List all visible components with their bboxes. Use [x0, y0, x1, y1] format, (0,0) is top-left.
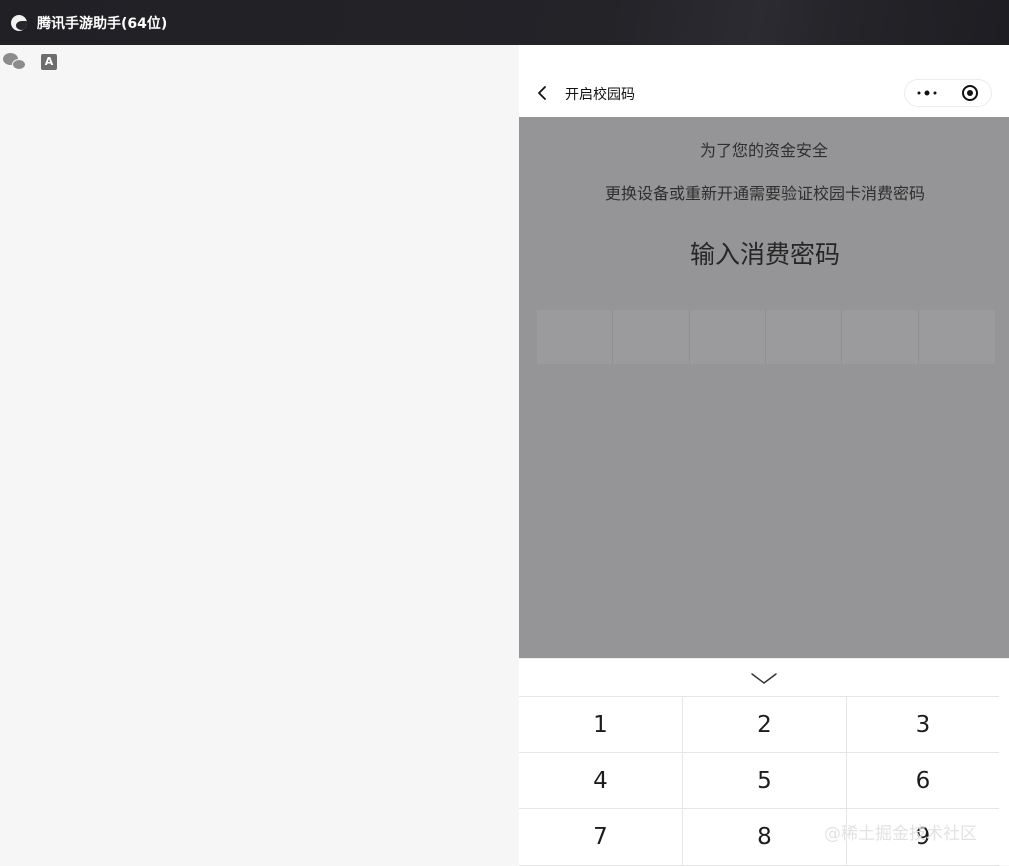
- security-notice: 为了您的资金安全: [699, 141, 828, 160]
- keyboard-collapse-bar[interactable]: [519, 658, 1009, 696]
- pin-digit-box[interactable]: [689, 310, 766, 364]
- more-dots-icon: [917, 90, 937, 96]
- more-button[interactable]: [905, 80, 949, 106]
- watermark: @稀土掘金技术社区: [824, 824, 977, 844]
- window-titlebar: 腾讯手游助手(64位): [0, 0, 1009, 45]
- close-button[interactable]: [949, 80, 992, 106]
- capsule-menu: [904, 79, 992, 107]
- window-title: 腾讯手游助手(64位): [37, 15, 168, 32]
- key-2[interactable]: 2: [683, 697, 847, 753]
- key-6[interactable]: 6: [847, 753, 999, 809]
- app-logo-icon: [11, 14, 27, 31]
- key-1[interactable]: 1: [519, 697, 683, 753]
- key-8[interactable]: 8: [683, 809, 847, 866]
- pin-digit-box[interactable]: [613, 310, 690, 364]
- chevron-left-icon: [538, 86, 546, 100]
- page-title: 开启校园码: [565, 87, 635, 103]
- key-7[interactable]: 7: [519, 809, 683, 866]
- verification-notice: 更换设备或重新开通需要验证校园卡消费密码: [604, 184, 925, 203]
- pin-digit-box[interactable]: [765, 310, 843, 364]
- pin-digit-box[interactable]: [918, 310, 995, 364]
- key-3[interactable]: 3: [847, 697, 999, 753]
- key-5[interactable]: 5: [683, 753, 847, 809]
- phone-screen: 开启校园码 为了您的资金安全 更换设备或重新开通需要验证校园卡消费密码 输入消费…: [519, 45, 1009, 866]
- wechat-icon[interactable]: [3, 52, 27, 72]
- close-target-icon: [961, 85, 978, 101]
- pin-input[interactable]: [537, 310, 995, 364]
- pin-digit-box[interactable]: [537, 310, 614, 364]
- left-toolbar: A: [3, 52, 57, 72]
- key-4[interactable]: 4: [519, 753, 683, 809]
- password-dialog-overlay: 为了您的资金安全 更换设备或重新开通需要验证校园卡消费密码 输入消费密码: [519, 117, 1009, 658]
- mini-program-navbar: 开启校园码: [519, 45, 1009, 117]
- pin-digit-box[interactable]: [842, 310, 919, 364]
- back-button[interactable]: [533, 83, 553, 103]
- translate-icon[interactable]: A: [41, 54, 57, 70]
- password-heading: 输入消费密码: [689, 240, 840, 269]
- chevron-down-icon[interactable]: [750, 671, 778, 685]
